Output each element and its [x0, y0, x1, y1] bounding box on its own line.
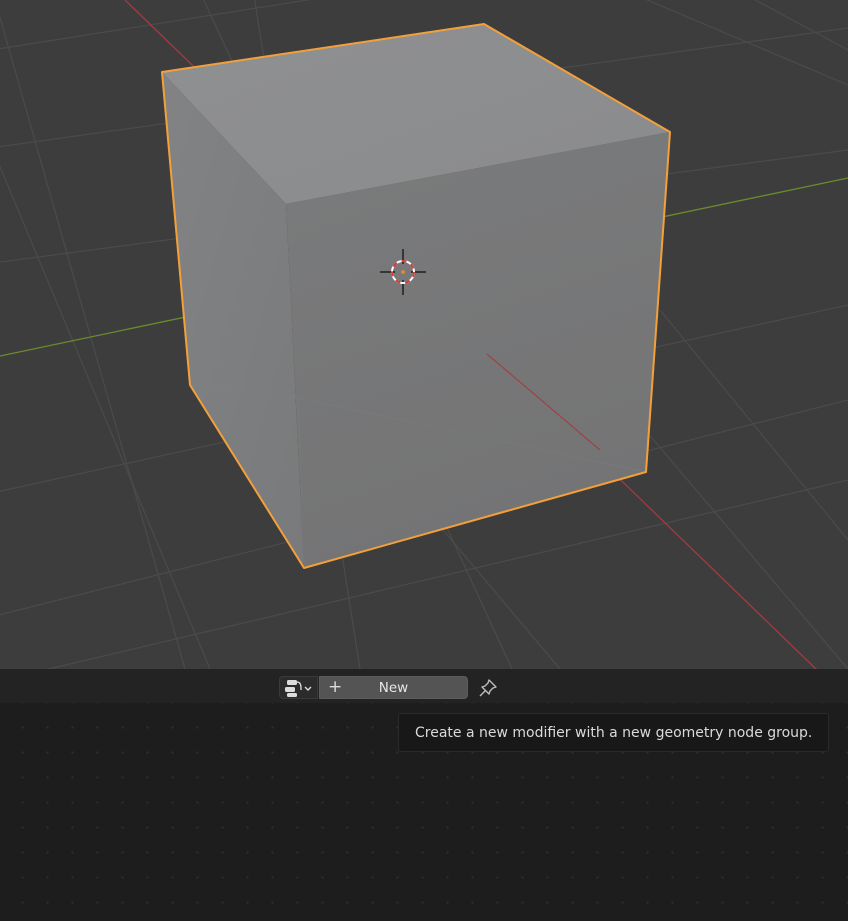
3d-viewport[interactable] — [0, 0, 848, 669]
node-editor-header: + New — [0, 669, 848, 704]
cube-object[interactable] — [161, 23, 671, 569]
new-button-label: New — [378, 680, 409, 696]
viewport-scene — [0, 0, 848, 669]
cube-front-face — [286, 132, 670, 568]
blender-window: + New Create a new modifier with a new g… — [0, 0, 848, 921]
pin-icon — [479, 679, 497, 697]
pin-button[interactable] — [477, 677, 499, 699]
new-button[interactable]: + New — [319, 676, 468, 699]
new-button-tooltip: Create a new modifier with a new geometr… — [398, 713, 830, 752]
geometry-nodes-editor-icon — [285, 680, 312, 697]
editor-type-button[interactable] — [279, 676, 318, 699]
